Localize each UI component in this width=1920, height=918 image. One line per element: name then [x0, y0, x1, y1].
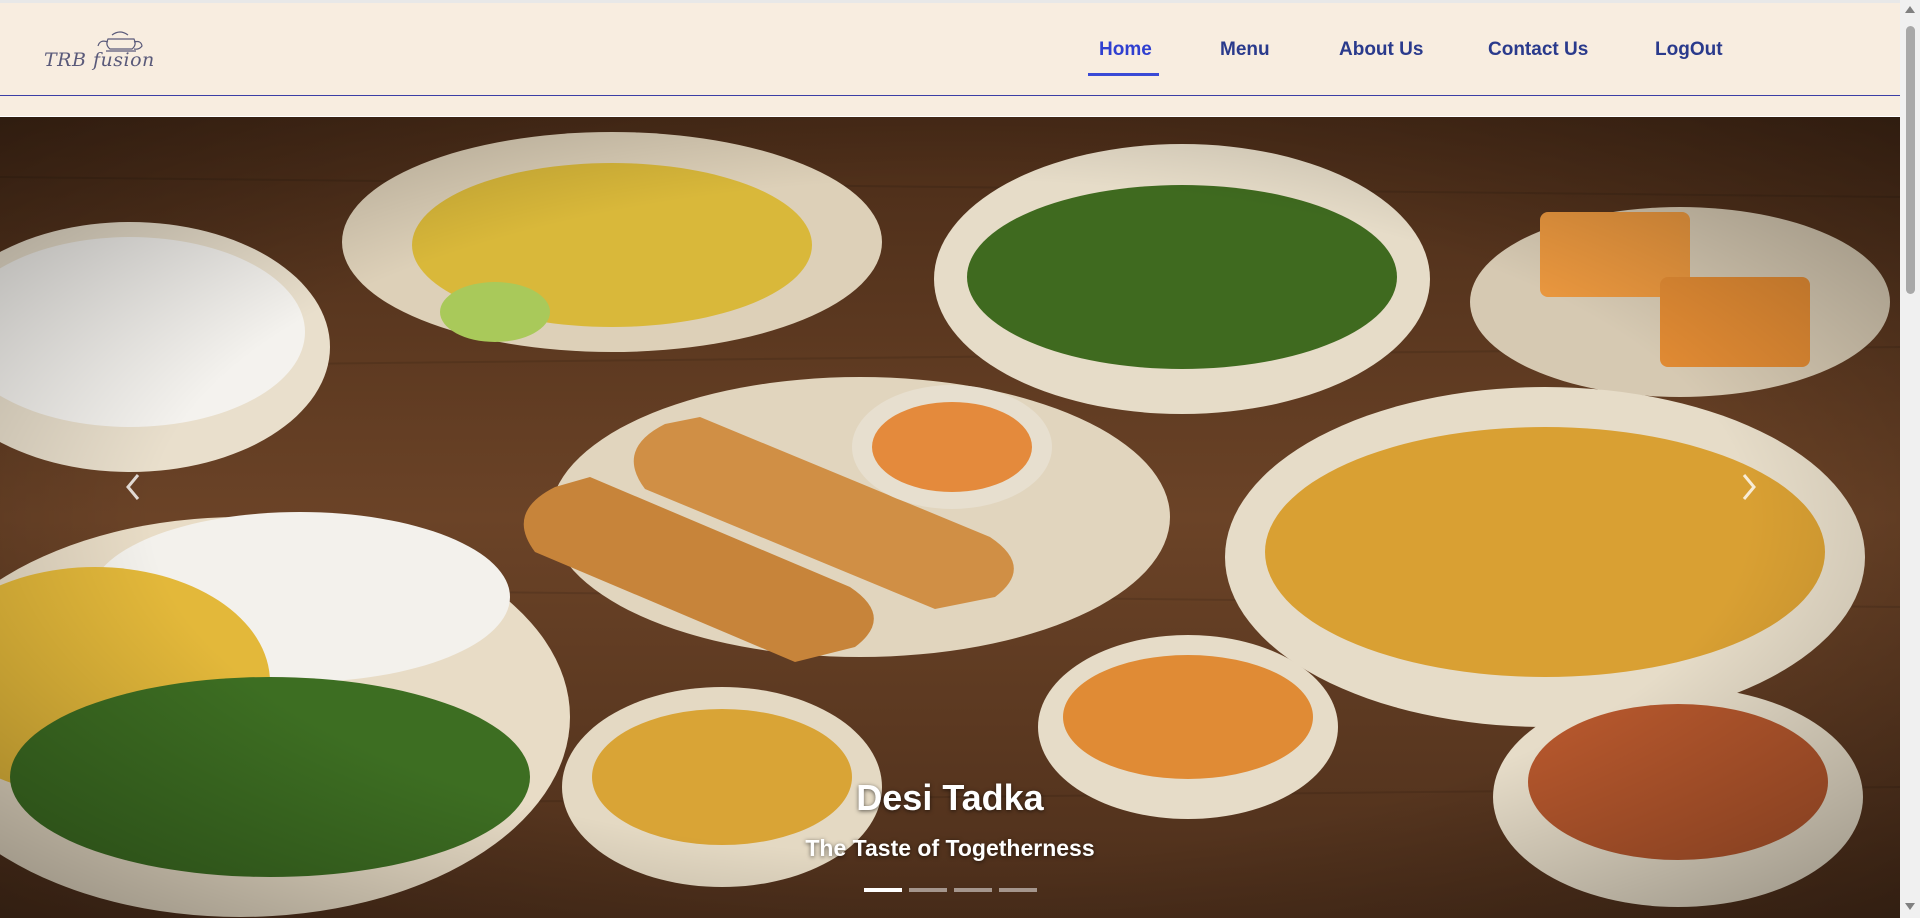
scroll-down-icon[interactable]	[1905, 903, 1915, 910]
carousel-indicators	[864, 888, 1044, 894]
carousel-indicator-3[interactable]	[954, 888, 992, 892]
hero-title: Desi Tadka	[856, 777, 1044, 818]
carousel-next[interactable]	[1730, 457, 1770, 517]
scrollbar-thumb[interactable]	[1906, 26, 1915, 294]
header-divider	[0, 95, 1900, 96]
carousel-indicator-1[interactable]	[864, 888, 902, 892]
scroll-up-icon[interactable]	[1905, 6, 1915, 13]
nav-logout[interactable]: LogOut	[1655, 39, 1723, 61]
chevron-left-icon	[126, 474, 140, 500]
site-header: TRB fusion Home Menu About Us Contact Us…	[0, 3, 1900, 116]
page-scrollbar[interactable]	[1900, 0, 1920, 918]
nav-active-indicator	[1088, 73, 1159, 76]
chevron-right-icon	[1742, 474, 1756, 500]
nav-menu[interactable]: Menu	[1220, 39, 1270, 61]
page: TRB fusion Home Menu About Us Contact Us…	[0, 0, 1900, 918]
nav-contact-us[interactable]: Contact Us	[1488, 39, 1588, 61]
hero-subtitle: The Taste of Togetherness	[805, 835, 1095, 861]
nav-about-us[interactable]: About Us	[1339, 39, 1423, 61]
carousel-indicator-2[interactable]	[909, 888, 947, 892]
carousel-prev[interactable]	[112, 457, 152, 517]
carousel-indicator-4[interactable]	[999, 888, 1037, 892]
hero-carousel: Desi Tadka The Taste of Togetherness	[0, 117, 1900, 918]
nav-home[interactable]: Home	[1099, 39, 1152, 61]
main-nav: Home Menu About Us Contact Us LogOut	[0, 3, 1900, 95]
